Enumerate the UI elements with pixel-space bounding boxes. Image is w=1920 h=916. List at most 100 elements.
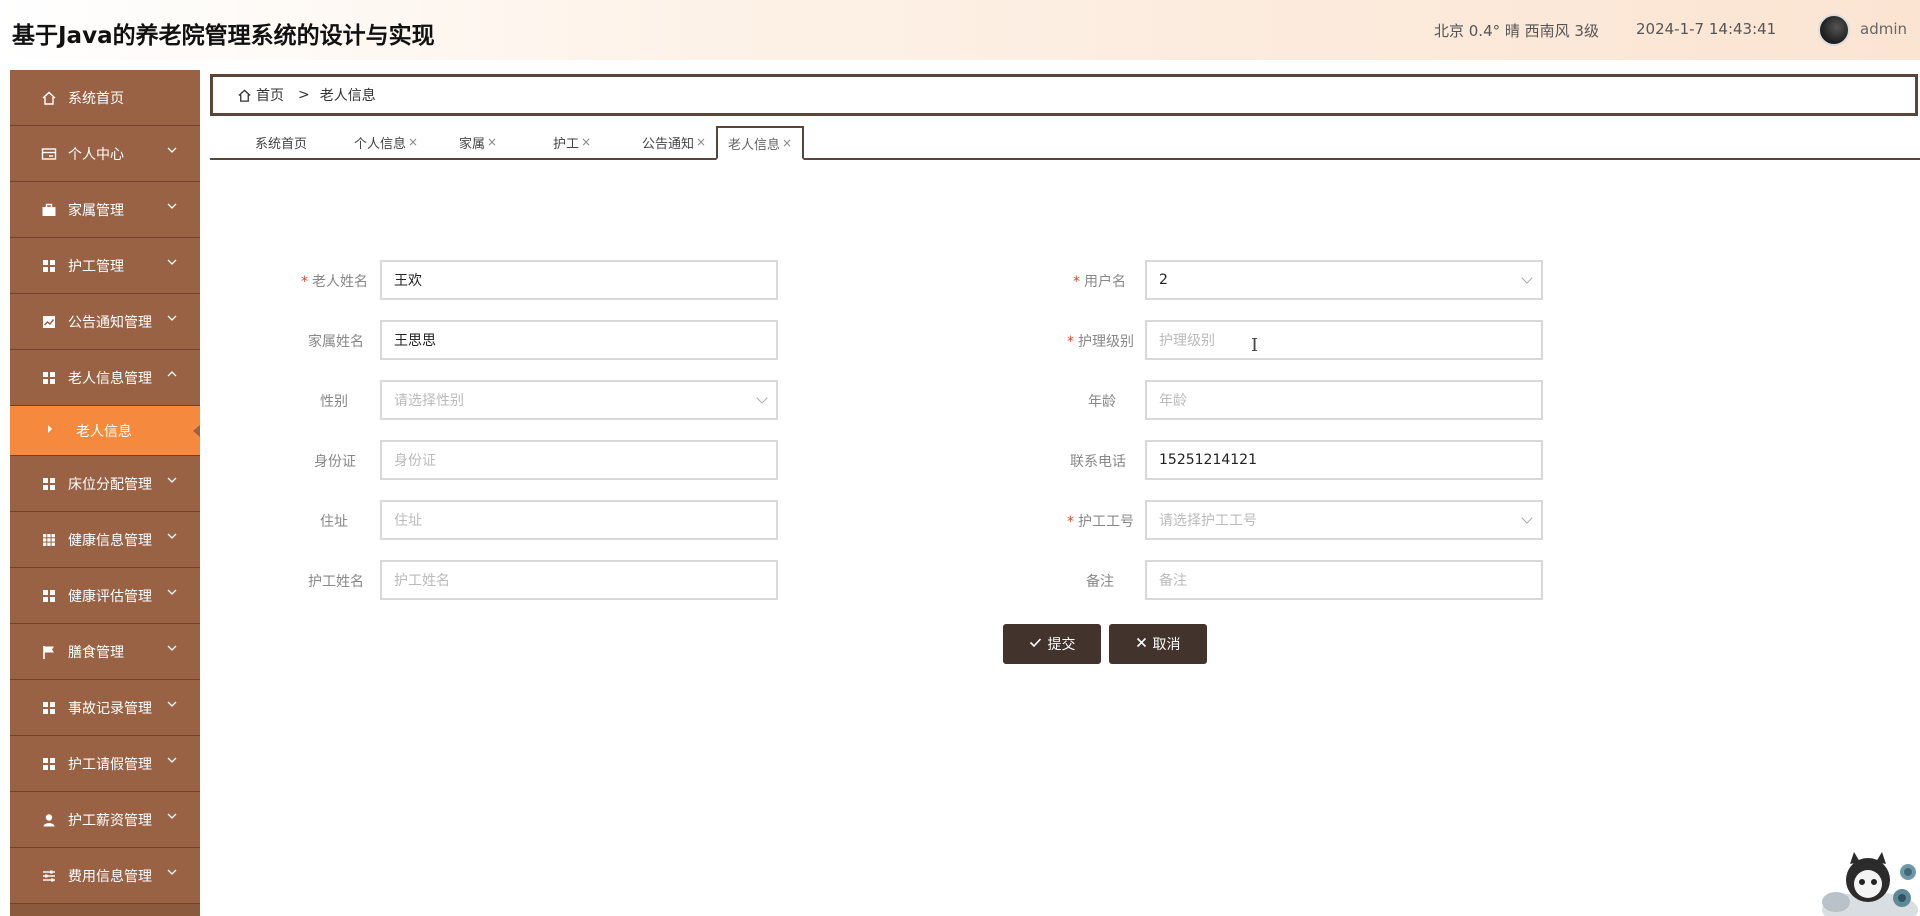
sidebar-item-meal[interactable]: 膳食管理 [10, 624, 200, 680]
card-icon [40, 145, 58, 163]
active-marker [193, 425, 200, 437]
sidebar-item-label: 个人中心 [68, 146, 124, 163]
label-phone: 联系电话 [1070, 454, 1126, 470]
caregiver-name-input[interactable]: 护工姓名 [380, 560, 778, 600]
required-mark: * [301, 274, 308, 290]
sidebar-item-label: 系统首页 [68, 90, 124, 107]
check-icon [1029, 637, 1042, 652]
sidebar-subitem-elderly-info[interactable]: 老人信息 [10, 406, 200, 456]
tab-family[interactable]: 家属 × [450, 126, 506, 158]
sidebar-item-elderly[interactable]: 老人信息管理 [10, 350, 200, 406]
close-icon [1136, 637, 1147, 652]
sidebar-item-notice[interactable]: 公告通知管理 [10, 294, 200, 350]
sidebar-item-personal[interactable]: 个人中心 [10, 126, 200, 182]
breadcrumb-home[interactable]: 首页 [256, 85, 284, 105]
submit-button[interactable]: 提交 [1003, 624, 1101, 664]
tab-notice[interactable]: 公告通知 × [636, 126, 712, 158]
label-family-name: 家属姓名 [308, 334, 364, 350]
sidebar-item-label: 护工请假管理 [68, 756, 152, 773]
remark-input[interactable]: 备注 [1145, 560, 1543, 600]
chevron-down-icon [166, 642, 178, 656]
care-level-input[interactable]: 护理级别 [1145, 320, 1543, 360]
chevron-down-icon [166, 754, 178, 768]
label-caregiver-id: * 护工工号 [1067, 514, 1134, 530]
chevron-down-icon [166, 200, 178, 214]
chevron-down-icon [166, 530, 178, 544]
flag-icon [40, 643, 58, 661]
sidebar-item-health-eval[interactable]: 健康评估管理 [10, 568, 200, 624]
grid-icon [40, 475, 58, 493]
sidebar-item-label: 健康评估管理 [68, 588, 152, 605]
sliders-icon [40, 867, 58, 885]
tab-elderly-info[interactable]: 老人信息 × [716, 126, 804, 160]
breadcrumb: 首页 > 老人信息 [210, 74, 1918, 116]
chevron-down-icon [166, 698, 178, 712]
phone-input[interactable]: 15251214121 [1145, 440, 1543, 480]
cancel-button[interactable]: 取消 [1109, 624, 1207, 664]
chevron-down-icon [166, 474, 178, 488]
sidebar-item-bed[interactable]: 床位分配管理 [10, 456, 200, 512]
close-icon[interactable]: × [487, 135, 497, 149]
close-icon[interactable]: × [581, 135, 591, 149]
chevron-down-icon [1521, 272, 1533, 284]
grid-icon [40, 587, 58, 605]
chevron-down-icon [166, 256, 178, 270]
family-name-input[interactable]: 王思思 [380, 320, 778, 360]
sidebar-subitem-label: 老人信息 [76, 423, 132, 440]
home-icon [40, 89, 58, 107]
label-gender: 性别 [320, 394, 348, 410]
address-input[interactable]: 住址 [380, 500, 778, 540]
text-cursor-icon: I [1251, 335, 1259, 356]
caregiver-id-select[interactable]: 请选择护工工号 [1145, 500, 1543, 540]
sidebar-item-fee[interactable]: 费用信息管理 [10, 848, 200, 904]
sidebar-item-family[interactable]: 家属管理 [10, 182, 200, 238]
label-address: 住址 [320, 514, 348, 530]
close-icon[interactable]: × [782, 136, 792, 150]
age-input[interactable]: 年龄 [1145, 380, 1543, 420]
username[interactable]: admin [1860, 20, 1907, 38]
datetime: 2024-1-7 14:43:41 [1636, 20, 1777, 38]
breadcrumb-separator: > [298, 87, 310, 103]
home-icon[interactable] [237, 88, 252, 103]
sidebar-item-label: 公告通知管理 [68, 314, 152, 331]
sidebar-item-salary[interactable]: 护工薪资管理 [10, 792, 200, 848]
sidebar-item-health-info[interactable]: 健康信息管理 [10, 512, 200, 568]
label-age: 年龄 [1088, 394, 1116, 410]
briefcase-icon [40, 201, 58, 219]
sidebar-item-label: 健康信息管理 [68, 532, 152, 549]
avatar[interactable] [1818, 14, 1850, 46]
sidebar-item-label: 家属管理 [68, 202, 124, 219]
tab-home[interactable]: 系统首页 [246, 126, 316, 158]
username-select[interactable]: 2 [1145, 260, 1543, 300]
tab-personal-info[interactable]: 个人信息 × [348, 126, 424, 158]
id-card-input[interactable]: 身份证 [380, 440, 778, 480]
grid-icon [40, 369, 58, 387]
elderly-name-input[interactable]: 王欢 [380, 260, 778, 300]
tab-label: 护工 [552, 136, 579, 152]
label-care-level: * 护理级别 [1067, 334, 1134, 350]
caret-right-icon [46, 424, 54, 437]
label-caregiver-name: 护工姓名 [308, 574, 364, 590]
sidebar-item-home[interactable]: 系统首页 [10, 70, 200, 126]
close-icon[interactable]: × [696, 135, 706, 149]
chevron-down-icon [166, 312, 178, 326]
tab-label: 个人信息 [353, 136, 406, 152]
sidebar-item-accident[interactable]: 事故记录管理 [10, 680, 200, 736]
sidebar-item-leave[interactable]: 护工请假管理 [10, 736, 200, 792]
sidebar: 系统首页 个人中心 家属管理 护工管理 公告通知管理 老人信息管理 老人信息 床… [10, 70, 200, 916]
gender-select[interactable]: 请选择性别 [380, 380, 778, 420]
label-remark: 备注 [1086, 574, 1114, 590]
label-username: * 用户名 [1073, 274, 1126, 290]
sidebar-item-caregiver[interactable]: 护工管理 [10, 238, 200, 294]
tab-caregiver[interactable]: 护工 × [544, 126, 600, 158]
chevron-up-icon [166, 368, 178, 382]
label-elderly-name: * 老人姓名 [301, 274, 368, 290]
close-icon[interactable]: × [408, 135, 418, 149]
tab-label: 公告通知 [641, 136, 694, 152]
required-mark: * [1067, 514, 1074, 530]
sidebar-item-label: 事故记录管理 [68, 700, 152, 717]
app-title: 基于Java的养老院管理系统的设计与实现 [12, 23, 435, 49]
chevron-down-icon [1521, 512, 1533, 524]
chevron-down-icon [756, 392, 768, 404]
label-id-card: 身份证 [314, 454, 356, 470]
